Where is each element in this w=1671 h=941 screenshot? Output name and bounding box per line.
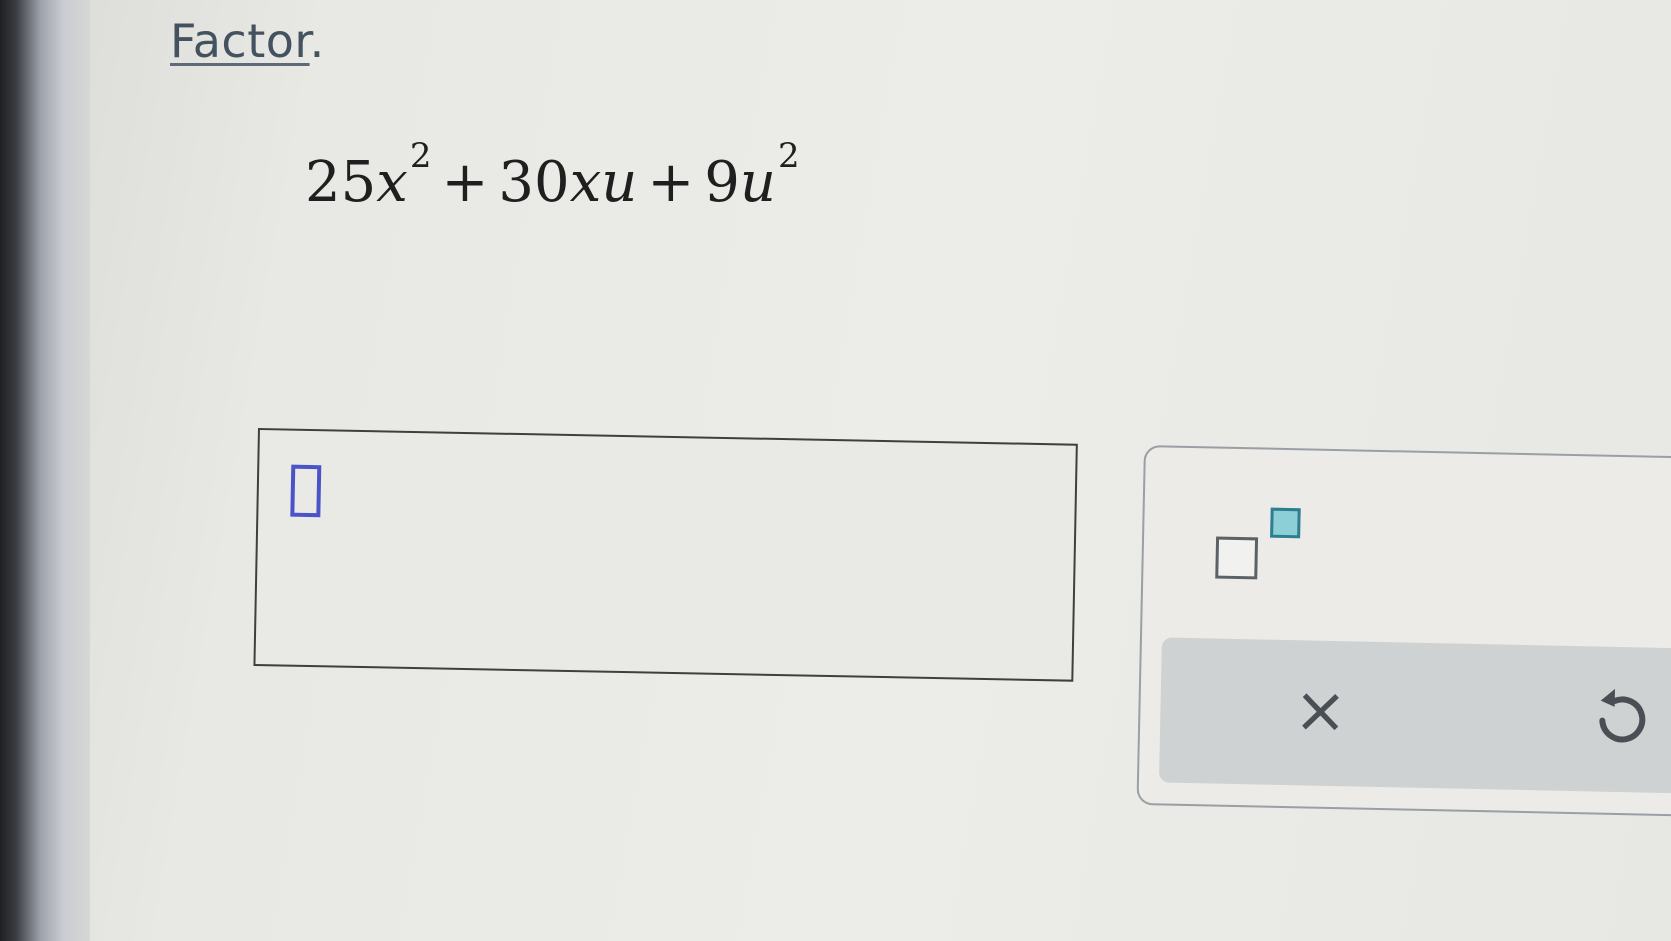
- plus-operator-2: +: [647, 150, 695, 215]
- exponent-power-icon: [1270, 507, 1301, 539]
- question-prompt: Factor.: [170, 14, 325, 68]
- clear-button[interactable]: ×: [1280, 670, 1362, 752]
- monitor-bezel: [0, 0, 90, 941]
- exponent-button[interactable]: [1215, 507, 1327, 599]
- term1-exponent: 2: [409, 136, 432, 177]
- plus-operator-1: +: [441, 150, 489, 215]
- term1-variable: x: [376, 150, 408, 215]
- answer-input-box[interactable]: [253, 428, 1078, 682]
- math-expression: 25x2 +30xu +9u2: [305, 136, 800, 215]
- undo-button[interactable]: [1580, 676, 1662, 758]
- screen: Factor. 25x2 +30xu +9u2 ×: [0, 0, 1671, 941]
- action-bar: ×: [1158, 637, 1671, 795]
- term3-exponent: 2: [777, 136, 800, 177]
- term3-coefficient: 9: [704, 150, 740, 215]
- math-tool-panel: ×: [1136, 445, 1671, 817]
- exponent-base-icon: [1215, 536, 1259, 580]
- undo-icon: [1599, 688, 1646, 743]
- term2-variable: xu: [569, 150, 638, 215]
- term2-coefficient: 30: [498, 150, 570, 215]
- prompt-word-link[interactable]: Factor: [170, 14, 310, 68]
- close-icon: ×: [1292, 673, 1349, 749]
- prompt-punctuation: .: [309, 14, 325, 68]
- input-cursor-slot[interactable]: [290, 464, 322, 518]
- term1-coefficient: 25: [305, 150, 377, 215]
- term3-variable: u: [739, 150, 776, 215]
